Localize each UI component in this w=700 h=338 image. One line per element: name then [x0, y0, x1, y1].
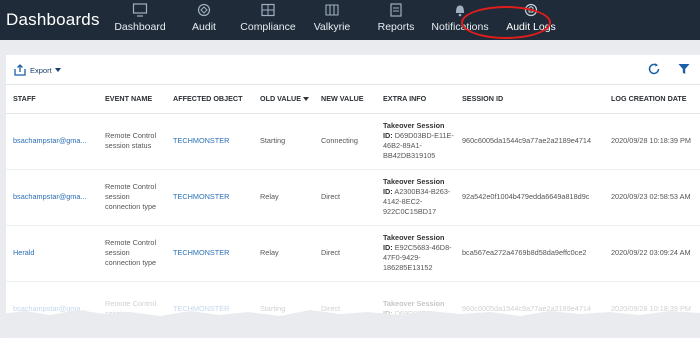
- valkyrie-icon: [325, 4, 339, 16]
- nav-compliance[interactable]: Compliance: [236, 0, 300, 40]
- old-value-cell: Relay: [253, 225, 314, 282]
- session-id-cell: bca567ea272a4769b8d58da9effc0ce2: [455, 225, 604, 282]
- extra-info-cell: Takeover Session ID: D69D03BD-E11E-46B2-8…: [376, 113, 455, 170]
- table-row[interactable]: bsachampstar@gma... Remote Control sessi…: [6, 113, 700, 170]
- export-icon: [14, 64, 26, 76]
- column-header-extra-info[interactable]: EXTRA INFO: [376, 85, 455, 114]
- extra-info-title: Takeover Session: [383, 233, 445, 242]
- column-header-staff[interactable]: STAFF: [6, 85, 98, 114]
- session-id-cell: 960c6005da1544c9a77ae2a2189e4714: [455, 113, 604, 170]
- top-navigation-bar: Dashboards Dashboard Audit Compliance Va…: [0, 0, 700, 40]
- table-row[interactable]: bsachampstar@gma... Remote Control sessi…: [6, 169, 700, 226]
- reports-icon: [390, 3, 402, 17]
- nav-valkyrie[interactable]: Valkyrie: [300, 0, 364, 40]
- nav-dashboard-label: Dashboard: [114, 21, 166, 33]
- refresh-icon[interactable]: [647, 62, 661, 76]
- staff-cell[interactable]: bsachampstar@gma...: [6, 113, 98, 170]
- extra-info-id: A2300B34-B263-4142-8EC2-922C0C15BD17: [383, 187, 451, 216]
- audit-logs-panel: Export STAFF EVENT NAME AFFECTED OBJECT …: [6, 55, 700, 338]
- nav-audit-label: Audit: [192, 21, 216, 33]
- table-header-row: STAFF EVENT NAME AFFECTED OBJECT OLD VAL…: [6, 85, 700, 114]
- event-name-cell: Remote Control session status: [98, 113, 166, 170]
- torn-edge: [0, 310, 700, 328]
- column-header-event-name[interactable]: EVENT NAME: [98, 85, 166, 114]
- column-header-session-id[interactable]: SESSION ID: [455, 85, 604, 114]
- extra-info-id-label: ID:: [383, 131, 393, 140]
- audit-icon: [197, 3, 211, 17]
- nav-reports-label: Reports: [377, 21, 415, 33]
- extra-info-title: Takeover Session: [383, 121, 445, 130]
- nav-dashboard[interactable]: Dashboard: [108, 0, 172, 40]
- table-row[interactable]: Herald Remote Control session connection…: [6, 225, 700, 282]
- export-dropdown[interactable]: Export: [14, 63, 61, 77]
- column-header-log-creation-date[interactable]: LOG CREATION DATE: [604, 85, 700, 114]
- audit-logs-highlight-circle: [461, 6, 551, 39]
- affected-object-cell[interactable]: TECHMONSTER: [166, 225, 253, 282]
- extra-info-id: D69D03BD-E11E-46B2-89A1-BB42DB319105: [383, 131, 454, 160]
- extra-info-id-label: ID:: [383, 187, 393, 196]
- session-id-cell: 92a542e0f1004b479edda6649a818d9c: [455, 169, 604, 226]
- compliance-icon: [261, 3, 275, 17]
- affected-object-cell[interactable]: TECHMONSTER: [166, 113, 253, 170]
- chevron-down-icon: [54, 68, 61, 72]
- extra-info-id-label: ID:: [383, 243, 393, 252]
- nav-valkyrie-label: Valkyrie: [313, 21, 351, 33]
- new-value-cell: Connecting: [314, 113, 376, 170]
- old-value-cell: Starting: [253, 113, 314, 170]
- new-value-cell: Direct: [314, 169, 376, 226]
- table-toolbar: Export: [6, 55, 700, 85]
- column-header-new-value[interactable]: NEW VALUE: [314, 85, 376, 114]
- export-label: Export: [30, 65, 52, 75]
- log-date-cell: 2020/09/23 02:58:53 AM: [604, 169, 700, 226]
- log-date-cell: 2020/09/28 10:18:39 PM: [604, 113, 700, 170]
- extra-info-id: E92C5683-46D8-47F0-9429-186285E13152: [383, 243, 452, 272]
- extra-info-cell: Takeover Session ID: E92C5683-46D8-47F0-9…: [376, 225, 455, 282]
- affected-object-cell[interactable]: TECHMONSTER: [166, 169, 253, 226]
- event-name-cell: Remote Control session connection type: [98, 225, 166, 282]
- app-title: Dashboards: [6, 10, 100, 29]
- nav-compliance-label: Compliance: [240, 21, 296, 33]
- column-header-affected-object[interactable]: AFFECTED OBJECT: [166, 85, 253, 114]
- sort-desc-icon: [303, 97, 309, 102]
- staff-cell[interactable]: bsachampstar@gma...: [6, 169, 98, 226]
- staff-cell[interactable]: Herald: [6, 225, 98, 282]
- event-name-cell: Remote Control session connection type: [98, 169, 166, 226]
- filter-icon[interactable]: [677, 62, 691, 76]
- monitor-icon: [132, 3, 148, 17]
- extra-info-cell: Takeover Session ID: A2300B34-B263-4142-8…: [376, 169, 455, 226]
- new-value-cell: Direct: [314, 225, 376, 282]
- old-value-cell: Relay: [253, 169, 314, 226]
- nav-audit[interactable]: Audit: [172, 0, 236, 40]
- nav-reports[interactable]: Reports: [364, 0, 428, 40]
- extra-info-title: Takeover Session: [383, 177, 445, 186]
- column-header-old-value[interactable]: OLD VALUE: [253, 85, 314, 114]
- log-date-cell: 2020/09/22 03:09:24 AM: [604, 225, 700, 282]
- old-value-header-label: OLD VALUE: [260, 94, 301, 104]
